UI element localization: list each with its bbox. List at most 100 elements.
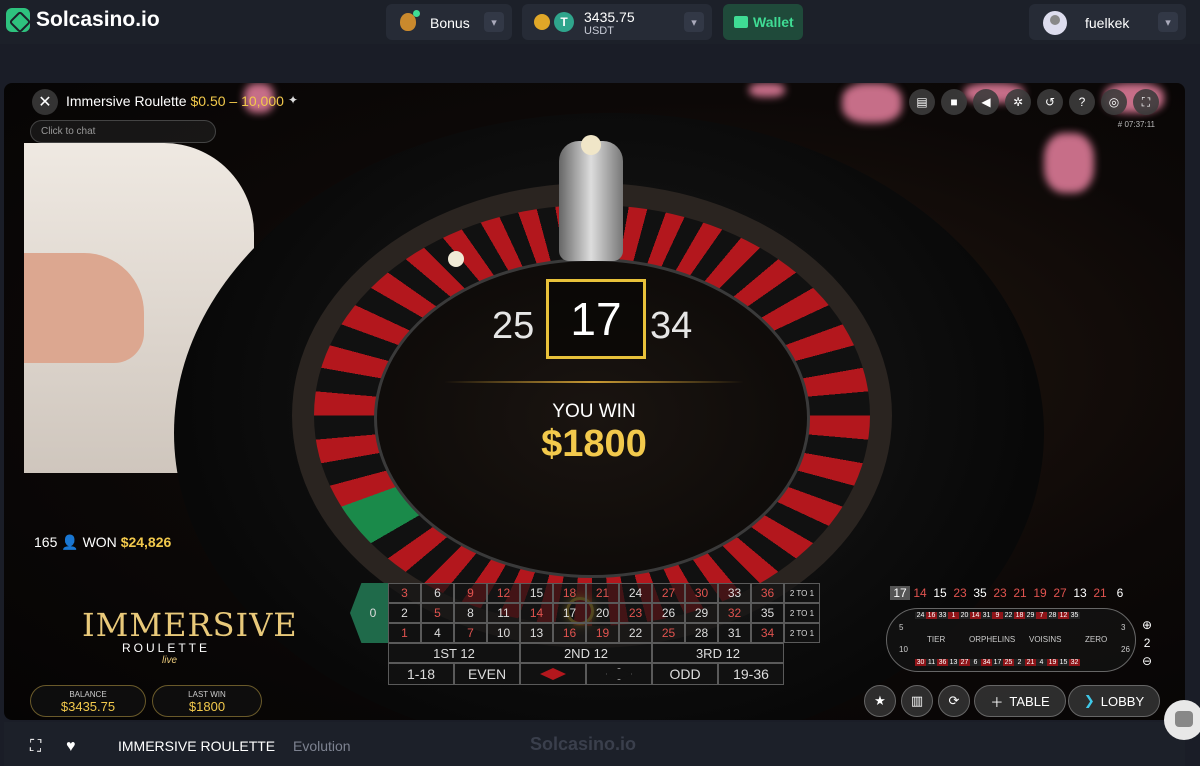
- balance-selector[interactable]: T 3435.75 USDT ▾: [522, 4, 712, 40]
- bet-outside[interactable]: 19-36: [718, 663, 784, 685]
- bet-outside[interactable]: EVEN: [454, 663, 520, 685]
- racetrack-number[interactable]: 29: [1025, 612, 1036, 619]
- racetrack-number[interactable]: 17: [992, 659, 1003, 666]
- racetrack-number[interactable]: 2: [1014, 659, 1025, 666]
- heart-icon[interactable]: ♥: [66, 738, 76, 756]
- history-icon[interactable]: ↺: [1037, 89, 1063, 115]
- racetrack-number[interactable]: 25: [1003, 659, 1014, 666]
- bet-dozen[interactable]: 3RD 12: [652, 643, 784, 663]
- video-icon[interactable]: ■: [941, 89, 967, 115]
- bet-number[interactable]: 11: [487, 603, 520, 623]
- bet-column[interactable]: 2 TO 1: [784, 623, 820, 643]
- racetrack-number[interactable]: 13: [948, 659, 959, 666]
- help-icon[interactable]: ?: [1069, 89, 1095, 115]
- racetrack-number[interactable]: 16: [926, 612, 937, 619]
- bet-number[interactable]: 10: [487, 623, 520, 643]
- bet-number[interactable]: 15: [520, 583, 553, 603]
- stream-icon[interactable]: ◎: [1101, 89, 1127, 115]
- bet-number[interactable]: 1: [388, 623, 421, 643]
- bonus-button[interactable]: Bonus ▾: [386, 4, 512, 40]
- bet-number[interactable]: 24: [619, 583, 652, 603]
- racetrack-number[interactable]: 12: [1058, 612, 1069, 619]
- bet-number[interactable]: 6: [421, 583, 454, 603]
- bet-number[interactable]: 5: [421, 603, 454, 623]
- bet-number[interactable]: 29: [685, 603, 718, 623]
- bet-number[interactable]: 3: [388, 583, 421, 603]
- bet-number[interactable]: 32: [718, 603, 751, 623]
- bet-number[interactable]: 8: [454, 603, 487, 623]
- racetrack-number[interactable]: 30: [915, 659, 926, 666]
- bet-number[interactable]: 28: [685, 623, 718, 643]
- bet-number[interactable]: 17: [553, 603, 586, 623]
- racetrack-number[interactable]: 9: [992, 612, 1003, 619]
- pin-icon[interactable]: ✦: [288, 93, 298, 107]
- racetrack-number[interactable]: 20: [959, 612, 970, 619]
- racetrack-number[interactable]: 24: [915, 612, 926, 619]
- bet-outside[interactable]: ODD: [652, 663, 718, 685]
- bet-number[interactable]: 14: [520, 603, 553, 623]
- racetrack-number[interactable]: 22: [1003, 612, 1014, 619]
- bet-number[interactable]: 19: [586, 623, 619, 643]
- lobby-button[interactable]: ❯ LOBBY: [1068, 685, 1160, 717]
- bet-dozen[interactable]: 1ST 12: [388, 643, 520, 663]
- favorite-bets-button[interactable]: ★: [864, 685, 896, 717]
- bet-number[interactable]: 33: [718, 583, 751, 603]
- plus-icon[interactable]: ⊕: [1142, 616, 1152, 634]
- bet-number[interactable]: 18: [553, 583, 586, 603]
- bet-number[interactable]: 13: [520, 623, 553, 643]
- close-button[interactable]: ✕: [32, 89, 58, 115]
- brand-logo[interactable]: Solcasino.io: [6, 8, 160, 32]
- racetrack-number[interactable]: 21: [1025, 659, 1036, 666]
- racetrack-number[interactable]: 7: [1036, 612, 1047, 619]
- bet-number[interactable]: 34: [751, 623, 784, 643]
- bet-number[interactable]: 30: [685, 583, 718, 603]
- bet-number[interactable]: 12: [487, 583, 520, 603]
- bet-number[interactable]: 20: [586, 603, 619, 623]
- racetrack-number[interactable]: 4: [1036, 659, 1047, 666]
- racetrack-number[interactable]: 27: [959, 659, 970, 666]
- racetrack-number[interactable]: 28: [1047, 612, 1058, 619]
- racetrack-number[interactable]: 1: [948, 612, 959, 619]
- chevron-down-icon[interactable]: ▾: [684, 12, 704, 32]
- chevron-down-icon[interactable]: ▾: [1158, 12, 1178, 32]
- racetrack-number[interactable]: 19: [1047, 659, 1058, 666]
- racetrack-number[interactable]: 33: [937, 612, 948, 619]
- racetrack-number[interactable]: 18: [1014, 612, 1025, 619]
- racetrack-number[interactable]: 31: [981, 612, 992, 619]
- minus-icon[interactable]: ⊖: [1142, 652, 1152, 670]
- chevron-down-icon[interactable]: ▾: [484, 12, 504, 32]
- racetrack-number[interactable]: 35: [1069, 612, 1080, 619]
- volume-icon[interactable]: ◀: [973, 89, 999, 115]
- support-chat-button[interactable]: [1164, 700, 1200, 740]
- bet-red[interactable]: [520, 663, 586, 685]
- fullscreen-icon[interactable]: ⛶: [1133, 89, 1159, 115]
- bet-number[interactable]: 22: [619, 623, 652, 643]
- racetrack-number[interactable]: 11: [926, 659, 937, 666]
- statistics-button[interactable]: ▥: [901, 685, 933, 717]
- bet-black[interactable]: [586, 663, 652, 685]
- bet-number[interactable]: 25: [652, 623, 685, 643]
- bet-number[interactable]: 21: [586, 583, 619, 603]
- bet-dozen[interactable]: 2ND 12: [520, 643, 652, 663]
- bet-number[interactable]: 23: [619, 603, 652, 623]
- table-button[interactable]: ＋ TABLE: [974, 685, 1066, 717]
- fullscreen-icon[interactable]: ⛶: [30, 738, 41, 756]
- racetrack-number[interactable]: 36: [937, 659, 948, 666]
- user-menu[interactable]: fuelkek ▾: [1029, 4, 1186, 40]
- bet-number[interactable]: 36: [751, 583, 784, 603]
- racetrack-number[interactable]: 34: [981, 659, 992, 666]
- chat-input[interactable]: Click to chat: [30, 120, 216, 143]
- racetrack-number[interactable]: 15: [1058, 659, 1069, 666]
- racetrack-number[interactable]: 6: [970, 659, 981, 666]
- racetrack[interactable]: TIER ORPHELINS VOISINS ZERO 5 10 3 26 24…: [886, 608, 1136, 672]
- bet-number[interactable]: 16: [553, 623, 586, 643]
- bet-number[interactable]: 2: [388, 603, 421, 623]
- racetrack-number[interactable]: 32: [1069, 659, 1080, 666]
- rebet-button[interactable]: ⟳: [938, 685, 970, 717]
- bet-number[interactable]: 31: [718, 623, 751, 643]
- bet-number[interactable]: 7: [454, 623, 487, 643]
- bet-column[interactable]: 2 TO 1: [784, 603, 820, 623]
- bet-number[interactable]: 4: [421, 623, 454, 643]
- bet-number[interactable]: 27: [652, 583, 685, 603]
- bet-number[interactable]: 26: [652, 603, 685, 623]
